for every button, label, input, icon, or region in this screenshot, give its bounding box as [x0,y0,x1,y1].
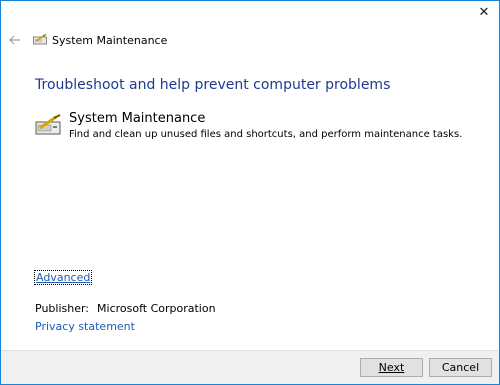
item-description: Find and clean up unused files and short… [69,129,463,140]
back-arrow-icon [9,35,20,45]
system-maintenance-icon[interactable] [35,114,61,136]
privacy-statement-link[interactable]: Privacy statement [35,320,135,333]
system-maintenance-icon [33,34,47,45]
item-title[interactable]: System Maintenance [69,111,205,126]
cancel-button-label: Cancel [441,361,480,374]
header-title: System Maintenance [52,34,168,47]
close-button[interactable]: ✕ [469,1,499,23]
advanced-link[interactable]: Advanced [34,270,93,285]
publisher-label: Publisher: [35,302,90,315]
back-button[interactable] [7,32,23,48]
next-button-label: Next [378,361,405,374]
troubleshooter-window: ✕ System Maintenance Troubleshoot and he… [0,0,500,385]
next-button[interactable]: Next [360,358,423,377]
page-title: Troubleshoot and help prevent computer p… [35,77,391,93]
close-icon: ✕ [478,4,490,20]
footer-bar: Next Cancel [1,350,499,384]
cancel-button[interactable]: Cancel [429,358,492,377]
publisher-value: Microsoft Corporation [97,302,216,315]
publisher-info: Publisher: Microsoft Corporation [35,302,216,315]
